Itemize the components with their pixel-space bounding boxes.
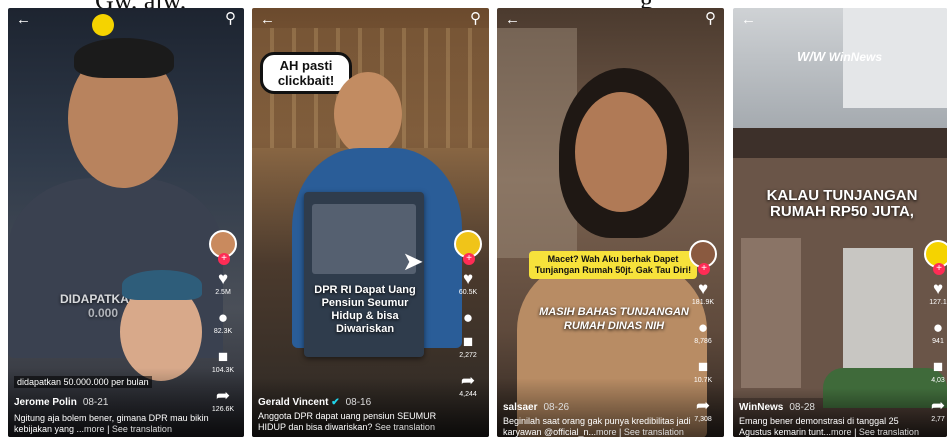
bookmark-icon[interactable]: ■ <box>463 333 473 351</box>
search-icon[interactable]: ⚲ <box>705 11 716 26</box>
overlay-line-1: MASIH BAHAS TUNJANGAN <box>539 306 689 318</box>
brand-name: WinNews <box>828 50 882 64</box>
plus-icon[interactable]: + <box>218 253 230 265</box>
plus-icon[interactable]: + <box>463 253 475 265</box>
author-line[interactable]: WinNews 08-28 <box>739 402 815 413</box>
more-link[interactable]: more <box>84 424 105 434</box>
comment-icon[interactable]: ● <box>698 319 708 337</box>
saves-count: 4,03 <box>931 377 945 384</box>
back-arrow-icon[interactable]: ← <box>260 12 275 27</box>
author-line[interactable]: Jerome Polin 08-21 <box>14 397 108 408</box>
heart-icon[interactable]: ♥ <box>698 280 708 298</box>
heart-icon[interactable]: ♥ <box>933 280 943 298</box>
brand-logo: W/W WinNews <box>797 49 882 64</box>
bookmark-icon[interactable]: ■ <box>218 348 228 366</box>
action-rail: + ♥ 181.9K ● 8,786 ■ 10.7K ➦ 7,308 <box>688 240 718 424</box>
see-translation-link[interactable]: See translation <box>112 424 172 434</box>
headline: KALAU TUNJANGAN RUMAH RP50 JUTA, <box>766 187 918 220</box>
saves-count: 10.7K <box>693 377 713 384</box>
news-card-title: DPR RI Dapat Uang Pensiun Seumur Hidup &… <box>314 284 416 335</box>
video-panel-4[interactable]: ← ⚲ W/W WinNews KALAU TUNJANGAN RUMAH RP… <box>733 8 947 437</box>
speech-bubble: AH pasti clickbait! <box>260 52 352 94</box>
share-icon[interactable]: ➦ <box>696 397 710 415</box>
creator-avatar[interactable]: + <box>454 230 482 265</box>
presenter-face <box>334 72 402 156</box>
comment-icon[interactable]: ● <box>218 309 228 327</box>
inset-person-cap <box>122 270 202 300</box>
video-panel-1[interactable]: ← ⚲ DIDAPATKAN 0.000 didapatkan 50.000.0… <box>8 8 244 437</box>
share-icon[interactable]: ➦ <box>931 397 945 415</box>
post-date: 08-28 <box>789 402 815 413</box>
author-name[interactable]: WinNews <box>739 402 783 413</box>
caption-bar: didapatkan 50.000.000 per bulan <box>14 376 152 388</box>
video-panel-2[interactable]: ← ⚲ AH pasti clickbait! DPR RI Dapat Uan… <box>252 8 489 437</box>
more-link[interactable]: more <box>831 427 852 437</box>
likes-count: 2.5M <box>215 289 231 296</box>
likes-count: 127.1 <box>929 299 947 306</box>
comments-count: 2,272 <box>459 352 477 359</box>
post-description[interactable]: Emang bener demonstrasi di tanggal 25 Ag… <box>739 416 919 437</box>
news-card-photo <box>312 204 416 274</box>
action-rail: + ♥ 127.1 ● 941 ■ 4,03 ➦ 2,77 <box>923 240 947 424</box>
see-translation-link[interactable]: See translation <box>624 427 684 437</box>
see-translation-link[interactable]: See translation <box>859 427 919 437</box>
likes-count: 181.9K <box>691 299 715 306</box>
back-arrow-icon[interactable]: ← <box>16 12 31 27</box>
verified-icon: ✔ <box>331 397 340 408</box>
author-line[interactable]: Gerald Vincent ✔ 08-16 <box>258 397 371 408</box>
post-date: 08-26 <box>543 402 570 413</box>
saves-count: 104.3K <box>211 367 235 374</box>
overlay-line-2: RUMAH DINAS NIH <box>563 320 665 332</box>
creator-avatar[interactable]: + <box>689 240 717 275</box>
shares-count: 7,308 <box>694 416 712 423</box>
action-rail: + ♥ 60.5K ● ■ 2,272 ➦ 4,244 <box>453 230 483 399</box>
overlay-line-2: 0.000 <box>88 306 119 320</box>
roof-awning <box>733 128 947 158</box>
video-panel-3[interactable]: ← ⚲ Macet? Wah Aku berhak Dapet Tunjanga… <box>497 8 724 437</box>
comments-count: 941 <box>932 338 944 345</box>
search-icon[interactable]: ⚲ <box>470 11 481 26</box>
author-name[interactable]: salsaer <box>503 402 537 413</box>
person-hair <box>74 38 174 78</box>
plus-icon[interactable]: + <box>933 263 945 275</box>
house-window <box>843 248 913 368</box>
back-arrow-icon[interactable]: ← <box>505 12 520 27</box>
yellow-caption: Macet? Wah Aku berhak Dapet Tunjangan Ru… <box>529 251 697 279</box>
post-description[interactable]: Beginilah saat orang gak punya kredibili… <box>503 416 693 437</box>
creator-avatar[interactable]: + <box>209 230 237 265</box>
author-name[interactable]: Jerome Polin <box>14 397 77 408</box>
see-translation-link[interactable]: See translation <box>375 422 435 432</box>
creator-avatar[interactable]: + <box>924 240 947 275</box>
back-arrow-icon[interactable]: ← <box>741 12 756 27</box>
share-icon[interactable]: ➦ <box>461 372 475 390</box>
comment-icon[interactable]: ● <box>933 319 943 337</box>
saves-count: 4,244 <box>459 391 477 398</box>
comments-count: 82.3K <box>213 328 233 335</box>
cursor-icon: ➤ <box>402 246 424 276</box>
plus-icon[interactable]: + <box>698 263 710 275</box>
post-description[interactable]: Anggota DPR dapat uang pensiun SEUMUR HI… <box>258 411 458 433</box>
author-line[interactable]: salsaer 08-26 <box>503 402 569 413</box>
channel-logo <box>92 14 114 36</box>
shares-count: 126.6K <box>211 406 235 413</box>
more-link[interactable]: more <box>596 427 617 437</box>
bookmark-icon[interactable]: ■ <box>698 358 708 376</box>
share-icon[interactable]: ➦ <box>216 387 230 405</box>
action-rail: + ♥ 2.5M ● 82.3K ■ 104.3K ➦ 126.6K <box>208 230 238 414</box>
author-name[interactable]: Gerald Vincent <box>258 397 328 408</box>
comments-count: 8,786 <box>694 338 712 345</box>
bookmark-icon[interactable]: ■ <box>933 358 943 376</box>
post-date: 08-21 <box>82 397 109 408</box>
house-door <box>741 238 801 388</box>
heart-icon[interactable]: ♥ <box>463 270 473 288</box>
heart-icon[interactable]: ♥ <box>218 270 228 288</box>
woman-face <box>575 92 667 212</box>
post-description[interactable]: Ngitung aja bolem bener, gimana DPR mau … <box>14 413 214 435</box>
search-icon[interactable]: ⚲ <box>225 11 236 26</box>
post-date: 08-16 <box>345 397 372 408</box>
shares-count: 2,77 <box>931 416 945 423</box>
likes-count: 60.5K <box>458 289 478 296</box>
comment-icon[interactable]: ● <box>463 309 473 327</box>
